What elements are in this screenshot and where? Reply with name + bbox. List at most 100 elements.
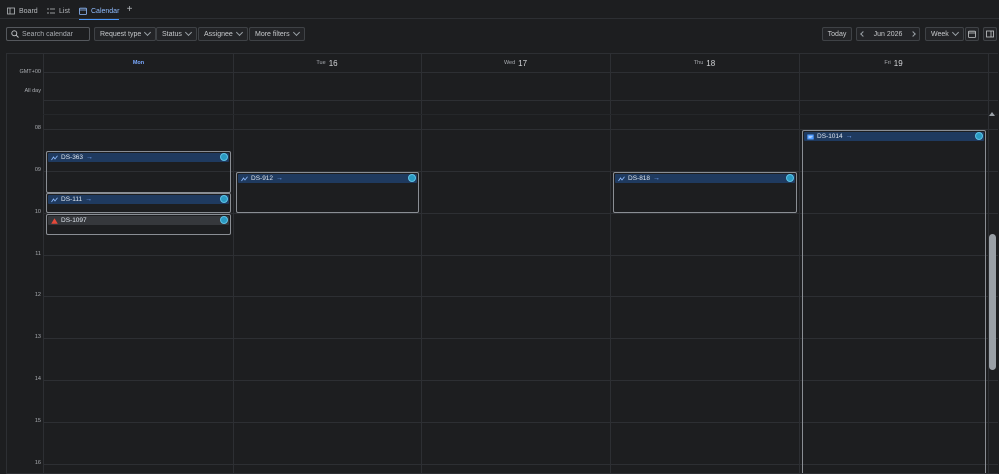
chevron-down-icon xyxy=(292,28,300,37)
event-bar: DS-111 → xyxy=(48,195,229,204)
more-filters-label: More filters xyxy=(255,30,290,38)
column-divider xyxy=(233,54,234,473)
toggle-sidebar-button[interactable] xyxy=(983,27,997,41)
chevron-right-icon[interactable] xyxy=(910,31,916,37)
assignee-avatar[interactable] xyxy=(220,195,228,203)
day-header-fri[interactable]: Fri 19 xyxy=(799,54,988,72)
event-key: DS-1097 xyxy=(61,217,87,224)
request-type-filter[interactable]: Request type xyxy=(94,27,157,41)
hour-label: 16 xyxy=(34,460,41,466)
calendar-settings-button[interactable] xyxy=(965,27,979,41)
scroll-thumb[interactable] xyxy=(989,234,996,370)
add-view-button[interactable]: + xyxy=(125,4,134,15)
event-key: DS-363 xyxy=(61,154,84,161)
tab-board[interactable]: Board xyxy=(7,4,38,18)
list-icon xyxy=(47,8,55,14)
calendar-event[interactable]: DS-1097 xyxy=(46,214,231,235)
assignee-avatar[interactable] xyxy=(220,216,228,224)
tab-calendar-label: Calendar xyxy=(91,7,120,15)
event-bar: DS-363 → xyxy=(48,153,229,162)
column-divider xyxy=(43,54,44,473)
chevron-down-icon xyxy=(184,28,192,37)
event-bar: DS-818 → xyxy=(615,174,795,183)
day-header-thu[interactable]: Thu 18 xyxy=(610,54,799,72)
event-key: DS-1014 xyxy=(817,133,843,140)
period-navigator: Jun 2026 xyxy=(856,27,920,41)
view-tabs: Board List Calendar + xyxy=(0,0,999,20)
open-link-icon[interactable]: → xyxy=(846,133,853,140)
day-number: 18 xyxy=(706,58,716,68)
assignee-filter[interactable]: Assignee xyxy=(198,27,248,41)
day-header-mon[interactable]: Mon xyxy=(44,54,233,72)
panel-icon xyxy=(986,30,994,38)
open-link-icon[interactable]: → xyxy=(86,154,93,161)
event-bar: DS-912 → xyxy=(238,174,417,183)
hour-label: 14 xyxy=(34,376,41,382)
warning-icon xyxy=(51,217,58,224)
change-icon xyxy=(51,155,58,160)
hour-label: 13 xyxy=(34,334,41,340)
half-hour-line xyxy=(43,114,998,115)
day-name: Wed xyxy=(503,60,516,66)
day-number: 19 xyxy=(893,58,903,68)
assignee-avatar[interactable] xyxy=(975,132,983,140)
event-bar: DS-1014 → xyxy=(804,132,984,141)
service-request-icon xyxy=(807,134,814,139)
calendar-event[interactable]: DS-1014 → xyxy=(802,130,986,473)
hour-label: 11 xyxy=(35,251,41,257)
calendar-toolbar: Request type Status Assignee More filter… xyxy=(0,19,999,49)
day-name: Fri xyxy=(884,60,891,66)
view-select[interactable]: Week xyxy=(925,27,964,41)
timezone-label: GMT+00 xyxy=(19,69,41,75)
day-name: Thu xyxy=(693,60,704,66)
column-divider xyxy=(421,54,422,473)
search-box[interactable] xyxy=(6,27,90,41)
assignee-avatar[interactable] xyxy=(786,174,794,182)
event-key: DS-818 xyxy=(628,175,651,182)
day-number: 17 xyxy=(518,58,528,68)
chevron-down-icon xyxy=(951,28,959,37)
calendar-event[interactable]: DS-111 → xyxy=(46,193,231,213)
change-icon xyxy=(51,197,58,202)
hour-label: 09 xyxy=(34,167,41,173)
day-number: 16 xyxy=(328,58,338,68)
tab-calendar[interactable]: Calendar xyxy=(79,4,120,20)
change-icon xyxy=(618,176,625,181)
calendar-scrollbar[interactable] xyxy=(988,110,997,474)
header-separator xyxy=(43,72,998,73)
calendar-event[interactable]: DS-363 → xyxy=(46,151,231,193)
day-name: Tue xyxy=(316,60,326,66)
tab-list-label: List xyxy=(59,7,70,15)
day-header-tue[interactable]: Tue 16 xyxy=(233,54,421,72)
all-day-separator xyxy=(43,100,998,101)
tab-list[interactable]: List xyxy=(47,4,70,18)
open-link-icon[interactable]: → xyxy=(85,196,92,203)
event-bar: DS-1097 xyxy=(48,216,229,225)
event-key: DS-111 xyxy=(61,196,83,203)
chevron-left-icon[interactable] xyxy=(860,31,866,37)
search-icon xyxy=(11,30,19,38)
view-label: Week xyxy=(931,30,949,38)
calendar-add-icon xyxy=(968,30,976,38)
day-header-wed[interactable]: Wed 17 xyxy=(421,54,610,72)
request-type-label: Request type xyxy=(100,30,142,38)
open-link-icon[interactable]: → xyxy=(276,175,283,182)
calendar-event[interactable]: DS-912 → xyxy=(236,172,419,213)
column-divider xyxy=(610,54,611,473)
search-input[interactable] xyxy=(22,30,88,38)
assignee-label: Assignee xyxy=(204,30,233,38)
chevron-down-icon xyxy=(144,28,152,37)
hour-label: 15 xyxy=(34,418,41,424)
calendar-event[interactable]: DS-818 → xyxy=(613,172,797,213)
calendar-icon xyxy=(79,7,87,15)
today-button[interactable]: Today xyxy=(822,27,852,41)
assignee-avatar[interactable] xyxy=(220,153,228,161)
board-icon xyxy=(7,7,15,15)
open-link-icon[interactable]: → xyxy=(653,175,660,182)
assignee-avatar[interactable] xyxy=(408,174,416,182)
status-filter[interactable]: Status xyxy=(156,27,197,41)
hour-label: 10 xyxy=(34,209,41,215)
scroll-up-icon[interactable] xyxy=(989,112,995,116)
plus-icon: + xyxy=(126,4,133,15)
more-filters-button[interactable]: More filters xyxy=(249,27,305,41)
